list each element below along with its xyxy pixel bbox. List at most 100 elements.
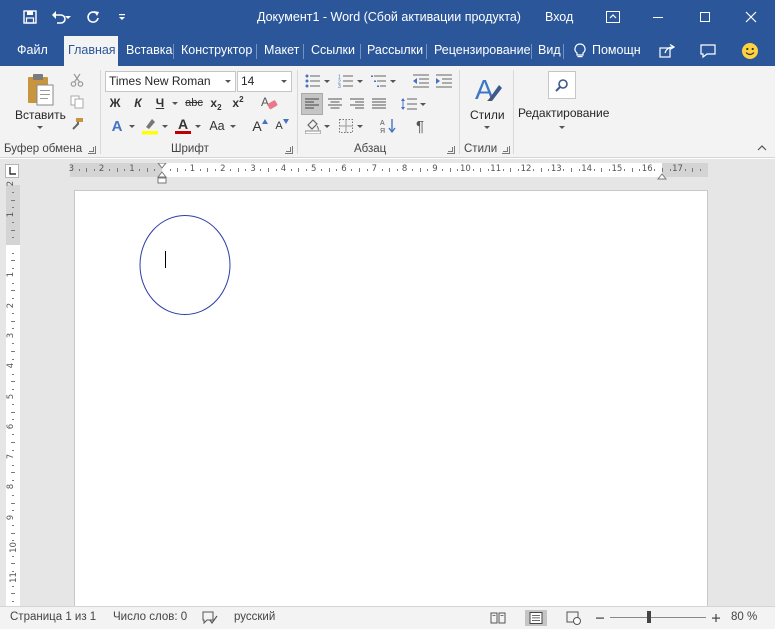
tab-insert[interactable]: Вставка (122, 36, 176, 66)
clear-formatting-icon[interactable]: A (259, 93, 279, 113)
text-effects-button[interactable]: A (106, 116, 128, 136)
align-right-icon[interactable] (347, 93, 367, 115)
font-size-combobox[interactable]: 14 (237, 71, 292, 92)
zoom-slider-track[interactable] (610, 617, 706, 618)
copy-icon[interactable] (68, 93, 86, 111)
read-mode-icon[interactable] (490, 610, 506, 626)
bullets-dropdown-icon[interactable] (323, 71, 331, 91)
paste-icon[interactable] (22, 72, 58, 108)
shrink-font-button[interactable]: A (272, 116, 292, 136)
font-color-dropdown-icon[interactable] (194, 116, 202, 136)
zoom-out-icon[interactable] (592, 610, 608, 626)
horizontal-ruler[interactable]: 3 2 1 1 2 3 4 5 6 7 8 9 10 11 12 13 14 15 16 17 (69, 162, 708, 184)
line-spacing-dropdown-icon[interactable] (419, 93, 427, 115)
zoom-slider-thumb[interactable] (647, 611, 651, 623)
styles-dropdown-icon[interactable] (483, 124, 491, 130)
shading-dropdown-icon[interactable] (323, 116, 331, 136)
close-icon[interactable] (736, 4, 766, 30)
increase-indent-icon[interactable] (434, 71, 454, 91)
tab-layout[interactable]: Макет (260, 36, 303, 66)
word-count[interactable]: Число слов: 0 (113, 611, 187, 623)
undo-dropdown-icon[interactable] (63, 6, 73, 28)
web-layout-icon[interactable] (566, 610, 582, 626)
paste-label[interactable]: Вставить (15, 108, 66, 122)
multilevel-list-icon[interactable] (369, 71, 389, 91)
format-painter-icon[interactable] (68, 115, 86, 133)
font-size-dropdown-icon[interactable] (281, 80, 287, 83)
font-name-dropdown-icon[interactable] (225, 80, 231, 83)
vertical-ruler[interactable]: 2 1 1 2 3 4 5 6 7 8 9 10 11 (6, 181, 20, 606)
justify-icon[interactable] (369, 93, 389, 115)
maximize-icon[interactable] (690, 4, 720, 30)
borders-dropdown-icon[interactable] (356, 116, 364, 136)
zoom-level[interactable]: 80 % (731, 611, 757, 623)
highlight-dropdown-icon[interactable] (161, 116, 169, 136)
tab-mailings[interactable]: Рассылки (363, 36, 427, 66)
oval-shape[interactable] (139, 215, 233, 319)
tab-home[interactable]: Главная (64, 36, 118, 66)
bullets-icon[interactable] (303, 71, 323, 91)
align-center-icon[interactable] (325, 93, 345, 115)
underline-button[interactable]: Ч (151, 94, 169, 112)
borders-icon[interactable] (336, 116, 356, 136)
tab-selector-icon[interactable] (5, 164, 19, 178)
bold-button[interactable]: Ж (106, 94, 124, 112)
proofing-icon[interactable] (202, 610, 218, 626)
ribbon-display-options-icon[interactable] (598, 4, 628, 30)
line-spacing-icon[interactable] (399, 93, 419, 115)
font-color-button[interactable]: A (172, 116, 194, 136)
change-case-dropdown-icon[interactable] (229, 116, 237, 136)
cut-icon[interactable] (68, 71, 86, 89)
comments-icon[interactable] (697, 40, 719, 62)
language-indicator[interactable]: русский (234, 611, 275, 623)
text-effects-dropdown-icon[interactable] (128, 116, 136, 136)
collapse-ribbon-icon[interactable] (755, 142, 769, 154)
font-launcher-icon[interactable] (285, 146, 293, 154)
tab-design[interactable]: Конструктор (177, 36, 256, 66)
minimize-icon[interactable] (643, 4, 673, 30)
paste-dropdown-icon[interactable] (36, 124, 44, 130)
numbering-icon[interactable]: 123 (336, 71, 356, 91)
indent-markers[interactable] (156, 162, 168, 188)
superscript-button[interactable]: x2 (229, 94, 247, 112)
share-icon[interactable] (656, 40, 678, 62)
customize-qat-icon[interactable] (111, 6, 133, 28)
shading-icon[interactable] (303, 116, 323, 136)
editing-dropdown-icon[interactable] (558, 124, 566, 130)
tab-file[interactable]: Файл (13, 36, 52, 66)
tab-review[interactable]: Рецензирование (430, 36, 535, 66)
sort-icon[interactable]: AЯ (378, 116, 400, 136)
grow-font-button[interactable]: A (250, 116, 270, 136)
print-layout-icon[interactable] (525, 610, 547, 626)
tab-references[interactable]: Ссылки (307, 36, 359, 66)
underline-dropdown-icon[interactable] (171, 94, 179, 112)
clipboard-launcher-icon[interactable] (88, 146, 96, 154)
find-icon[interactable] (548, 71, 576, 99)
show-formatting-marks-button[interactable]: ¶ (410, 116, 430, 136)
subscript-button[interactable]: x2 (207, 94, 225, 112)
tab-view[interactable]: Вид (534, 36, 565, 66)
strikethrough-button[interactable]: abc (184, 94, 204, 112)
change-case-button[interactable]: Aa (205, 116, 229, 136)
font-name-combobox[interactable]: Times New Roman (105, 71, 236, 92)
editing-label[interactable]: Редактирование (518, 106, 609, 120)
zoom-in-icon[interactable] (708, 610, 724, 626)
save-icon[interactable] (19, 6, 41, 28)
smiley-feedback-icon[interactable] (739, 40, 761, 62)
highlight-color-icon[interactable] (139, 116, 161, 136)
page-count[interactable]: Страница 1 из 1 (10, 611, 96, 623)
redo-icon[interactable] (82, 6, 104, 28)
italic-button[interactable]: К (129, 94, 147, 112)
tell-me-search[interactable]: Помощн (588, 36, 645, 66)
numbering-dropdown-icon[interactable] (356, 71, 364, 91)
decrease-indent-icon[interactable] (411, 71, 431, 91)
styles-gallery-icon[interactable]: A (471, 71, 505, 107)
right-indent-marker[interactable] (656, 170, 668, 184)
align-left-icon[interactable] (301, 93, 323, 115)
multilevel-dropdown-icon[interactable] (389, 71, 397, 91)
styles-label[interactable]: Стили (470, 108, 505, 122)
vertical-scrollbar[interactable] (760, 159, 775, 606)
document-page[interactable] (74, 190, 708, 610)
paragraph-launcher-icon[interactable] (447, 146, 455, 154)
sign-in-link[interactable]: Вход (545, 10, 573, 24)
